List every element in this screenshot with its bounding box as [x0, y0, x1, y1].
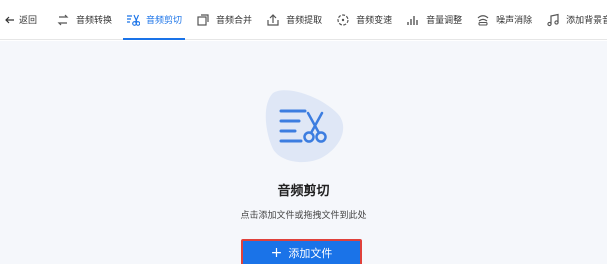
extract-icon: [267, 13, 279, 26]
tab-audio-cut[interactable]: 音频剪切: [119, 0, 189, 40]
tab-label: 添加背景音乐: [566, 16, 607, 26]
drop-hint: 点击添加文件或拖拽文件到此处: [240, 211, 367, 221]
add-file-button[interactable]: + 添加文件: [241, 239, 362, 264]
merge-icon: [197, 13, 209, 26]
tab-audio-merge[interactable]: 音频合并: [189, 0, 259, 40]
tab-label: 音频剪切: [146, 16, 183, 26]
noise-icon: [477, 14, 489, 26]
plus-icon: +: [270, 245, 283, 261]
add-file-label: 添加文件: [288, 247, 333, 260]
back-button[interactable]: 返回: [0, 0, 45, 40]
volume-bars-icon: [407, 15, 418, 25]
tab-label: 噪声消除: [496, 16, 533, 26]
tab-label: 音频转换: [76, 16, 113, 26]
tab-label: 音频变速: [356, 16, 393, 26]
tab-label: 音频合并: [216, 16, 253, 26]
tab-label: 音频提取: [286, 16, 323, 26]
tab-volume-adjust[interactable]: 音量调整: [399, 0, 469, 40]
swap-icon: [57, 14, 69, 25]
tab-audio-extract[interactable]: 音频提取: [259, 0, 329, 40]
tab-add-bgm[interactable]: 添加背景音乐: [539, 0, 607, 40]
back-label: 返回: [19, 16, 38, 26]
scissors-icon: [127, 14, 141, 26]
tab-audio-convert[interactable]: 音频转换: [49, 0, 119, 40]
function-toolbar: 返回 音频转换 音频剪切 音频合并 音频提取 音频变速 音量调整 噪声消除 添加…: [0, 0, 607, 40]
drop-zone[interactable]: 音频剪切 点击添加文件或拖拽文件到此处 + 添加文件: [0, 41, 607, 264]
audio-cut-icon: [265, 90, 344, 163]
arrow-left-icon: [5, 16, 14, 23]
tab-noise-removal[interactable]: 噪声消除: [469, 0, 539, 40]
tab-label: 音量调整: [426, 16, 463, 26]
tab-audio-speed[interactable]: 音频变速: [329, 0, 399, 40]
speed-icon: [337, 13, 349, 26]
music-note-icon: [547, 13, 559, 26]
page-title: 音频剪切: [277, 184, 330, 199]
